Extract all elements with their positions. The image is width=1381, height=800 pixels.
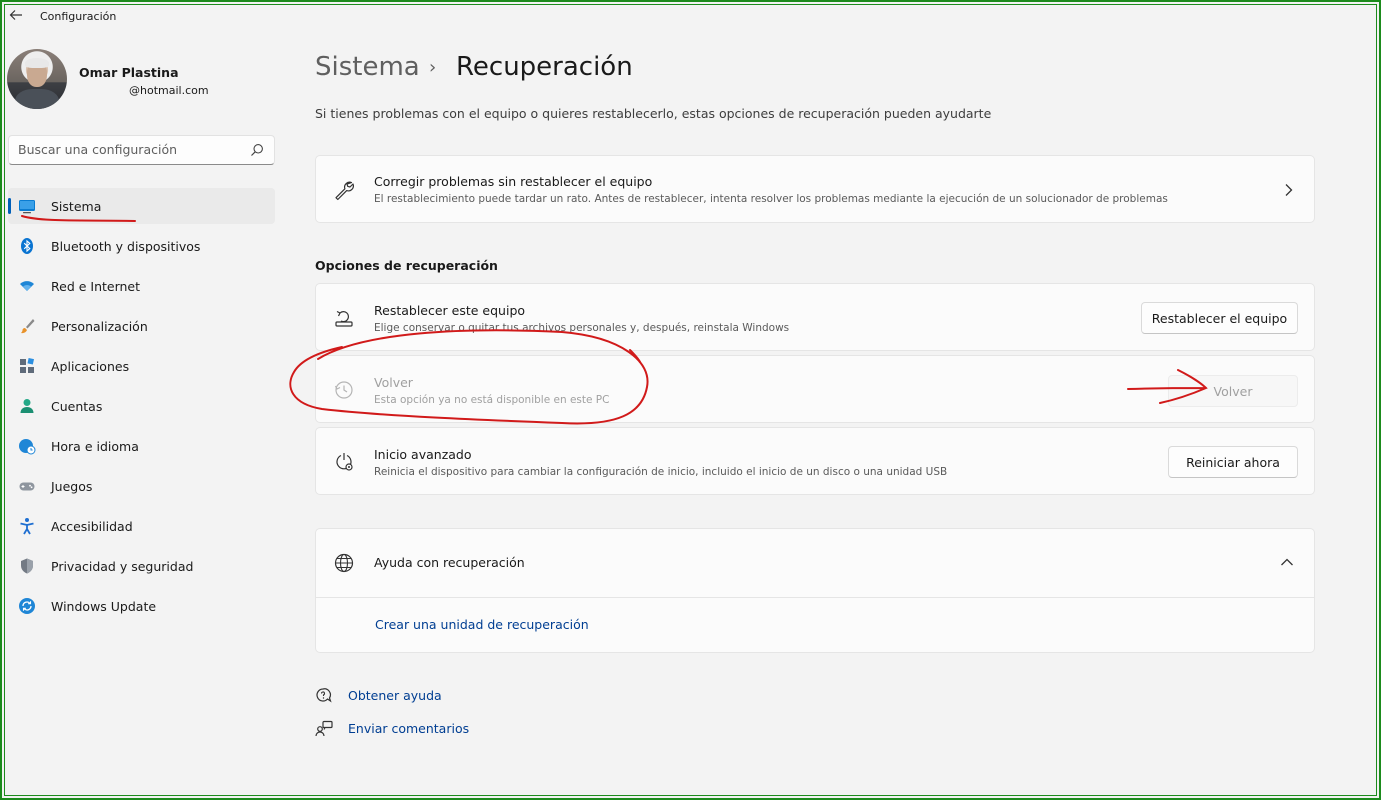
recovery-help-card: Ayuda con recuperación Crear una unidad …	[315, 528, 1315, 653]
advanced-startup-icon	[336, 453, 353, 471]
chevron-right-icon: ›	[429, 57, 437, 78]
sidebar-item-aplicaciones[interactable]: Aplicaciones	[8, 348, 275, 384]
sidebar-item-sistema[interactable]: Sistema	[8, 188, 275, 224]
sidebar-item-bluetooth[interactable]: Bluetooth y dispositivos	[8, 228, 275, 264]
app-title: Configuración	[40, 10, 117, 23]
send-feedback-link[interactable]: Enviar comentarios	[348, 721, 469, 736]
chevron-up-icon[interactable]	[1280, 557, 1294, 567]
feedback-icon	[315, 720, 333, 737]
sidebar-item-juegos[interactable]: Juegos	[8, 468, 275, 504]
sidebar-item-label: Privacidad y seguridad	[51, 559, 194, 574]
person-icon	[20, 399, 34, 413]
sidebar-item-label: Accesibilidad	[51, 519, 133, 534]
card-title: Corregir problemas sin restablecer el eq…	[374, 174, 653, 189]
card-title: Inicio avanzado	[374, 447, 472, 462]
sidebar-item-windows-update[interactable]: Windows Update	[8, 588, 275, 624]
go-back-button[interactable]: Volver	[1168, 375, 1298, 407]
reset-pc-button[interactable]: Restablecer el equipo	[1141, 302, 1298, 334]
get-help-item[interactable]: Obtener ayuda	[315, 685, 515, 707]
sidebar-item-label: Bluetooth y dispositivos	[51, 239, 201, 254]
update-icon	[19, 598, 35, 614]
window-frame: Configuración Omar Plastina @hotmail.com…	[0, 0, 1381, 800]
sidebar-item-red[interactable]: Red e Internet	[8, 268, 275, 304]
help-title: Ayuda con recuperación	[374, 555, 525, 570]
shield-icon	[21, 558, 33, 574]
sidebar-item-label: Aplicaciones	[51, 359, 130, 374]
card-title: Volver	[374, 375, 413, 390]
wrench-icon	[335, 181, 354, 201]
feedback-item[interactable]: Enviar comentarios	[315, 718, 515, 740]
page-title: Recuperación	[456, 52, 633, 82]
apps-icon	[20, 357, 35, 373]
accessibility-icon	[20, 518, 34, 535]
card-description: Elige conservar o quitar tus archivos pe…	[374, 322, 790, 334]
get-help-link[interactable]: Obtener ayuda	[348, 688, 442, 703]
section-heading: Opciones de recuperación	[315, 258, 498, 273]
sidebar-item-label: Juegos	[51, 479, 93, 494]
chevron-right-icon	[1285, 184, 1293, 196]
breadcrumb-parent[interactable]: Sistema	[315, 52, 420, 82]
sidebar-item-label: Cuentas	[51, 399, 103, 414]
search-box[interactable]	[8, 135, 275, 165]
user-name: Omar Plastina	[79, 65, 179, 80]
reset-pc-icon	[335, 310, 353, 327]
sidebar-item-label: Sistema	[51, 199, 102, 214]
bluetooth-icon	[21, 238, 33, 254]
globe-icon	[334, 553, 354, 573]
sidebar-item-label: Red e Internet	[51, 279, 141, 294]
card-description: El restablecimiento puede tardar un rato…	[374, 193, 1168, 205]
help-chat-icon	[316, 688, 332, 703]
sidebar-item-accesibilidad[interactable]: Accesibilidad	[8, 508, 275, 544]
card-description: Esta opción ya no está disponible en est…	[374, 394, 610, 406]
create-recovery-drive-link[interactable]: Crear una unidad de recuperación	[375, 617, 589, 632]
fix-problems-card[interactable]: Corregir problemas sin restablecer el eq…	[315, 155, 1315, 223]
sidebar-item-label: Hora e idioma	[51, 439, 139, 454]
title-bar: Configuración	[2, 2, 1379, 32]
sidebar-item-label: Personalización	[51, 319, 148, 334]
brush-icon	[21, 319, 35, 334]
sidebar-nav: Sistema Bluetooth y dispositivos Red e I…	[8, 188, 275, 628]
restart-now-button[interactable]: Reiniciar ahora	[1168, 446, 1298, 478]
user-email: @hotmail.com	[129, 84, 209, 97]
sidebar-item-hora[interactable]: Hora e idioma	[8, 428, 275, 464]
sidebar-item-label: Windows Update	[51, 599, 157, 614]
sidebar-item-privacidad[interactable]: Privacidad y seguridad	[8, 548, 275, 584]
reset-pc-card: Restablecer este equipo Elige conservar …	[315, 283, 1315, 351]
card-description: Reinicia el dispositivo para cambiar la …	[374, 466, 948, 478]
go-back-card: Volver Esta opción ya no está disponible…	[315, 355, 1315, 423]
sidebar-item-personalizacion[interactable]: Personalización	[8, 308, 275, 344]
gamepad-icon	[19, 482, 35, 491]
history-icon	[334, 381, 353, 399]
sidebar-item-cuentas[interactable]: Cuentas	[8, 388, 275, 424]
back-arrow-icon[interactable]	[8, 8, 24, 24]
divider	[316, 597, 1314, 598]
page-subtitle: Si tienes problemas con el equipo o quie…	[315, 106, 992, 121]
search-input[interactable]	[18, 142, 238, 157]
avatar[interactable]	[7, 49, 67, 109]
advanced-startup-card: Inicio avanzado Reinicia el dispositivo …	[315, 427, 1315, 495]
search-icon[interactable]	[250, 143, 264, 157]
monitor-icon	[19, 200, 35, 214]
card-title: Restablecer este equipo	[374, 303, 526, 318]
globe-clock-icon	[19, 439, 36, 455]
active-indicator	[8, 198, 11, 214]
wifi-icon	[20, 281, 34, 291]
